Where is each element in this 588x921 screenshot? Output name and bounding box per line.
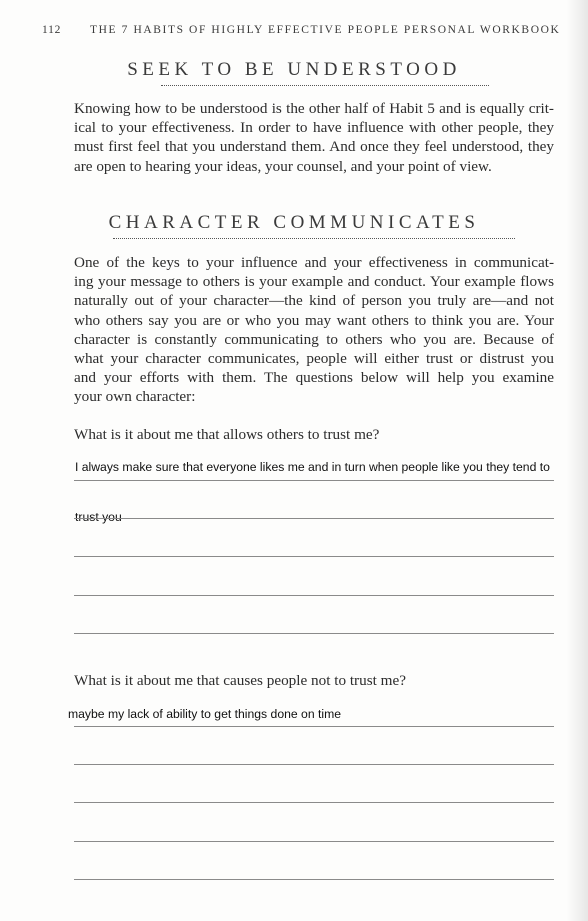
workbook-page: 112 THE 7 HABITS OF HIGHLY EFFECTIVE PEOP…: [0, 0, 588, 921]
answer-distrust-line-1[interactable]: maybe my lack of ability to get things d…: [68, 707, 341, 721]
answer-trust-line-2[interactable]: trust you: [75, 510, 122, 524]
answer-rule: [74, 518, 554, 519]
page-number: 112: [42, 24, 62, 36]
answer-rule: [74, 595, 554, 596]
answer-rule: [74, 633, 554, 634]
answer-trust-line-1[interactable]: I always make sure that everyone likes m…: [75, 460, 550, 474]
paragraph-line: ical to your effectiveness. In order to …: [74, 119, 554, 137]
answer-rule: [74, 802, 554, 803]
spine-shadow: [566, 0, 588, 921]
question-distrust: What is it about me that causes people n…: [74, 672, 406, 689]
section-title-character: CHARACTER COMMUNICATES: [108, 212, 480, 233]
answer-rule: [74, 726, 554, 727]
paragraph-line: Knowing how to be understood is the othe…: [74, 100, 554, 117]
section-title-rule: [161, 85, 489, 86]
answer-rule: [74, 764, 554, 765]
paragraph-seek: Knowing how to be understood is the othe…: [74, 99, 554, 176]
paragraph-line: naturally out of your character—the kind…: [74, 292, 554, 310]
paragraph-line: and your efforts with them. The question…: [74, 369, 554, 387]
answer-rule: [74, 879, 554, 880]
paragraph-line: are open to hearing your ideas, your cou…: [74, 157, 492, 175]
section-title-rule: [113, 238, 515, 239]
paragraph-line: your own character:: [74, 388, 196, 406]
paragraph-line: what your character communicates, people…: [74, 350, 554, 368]
paragraph-line: character is constantly communicating to…: [74, 330, 554, 348]
paragraph-line: One of the keys to your influence and yo…: [74, 254, 554, 271]
paragraph-line: ing your message to others is your examp…: [74, 273, 554, 291]
section-title-seek: SEEK TO BE UNDERSTOOD: [127, 59, 461, 80]
answer-rule: [74, 841, 554, 842]
answer-rule: [74, 480, 554, 481]
paragraph-line: who others say you are or who you may wa…: [74, 311, 554, 329]
answer-rule: [74, 556, 554, 557]
question-trust: What is it about me that allows others t…: [74, 426, 380, 443]
running-head: 112 THE 7 HABITS OF HIGHLY EFFECTIVE PEOP…: [42, 24, 560, 36]
paragraph-character: One of the keys to your influence and yo…: [74, 253, 554, 407]
paragraph-line: must first feel that you understand them…: [74, 138, 554, 156]
book-title: THE 7 HABITS OF HIGHLY EFFECTIVE PEOPLE …: [90, 24, 561, 36]
